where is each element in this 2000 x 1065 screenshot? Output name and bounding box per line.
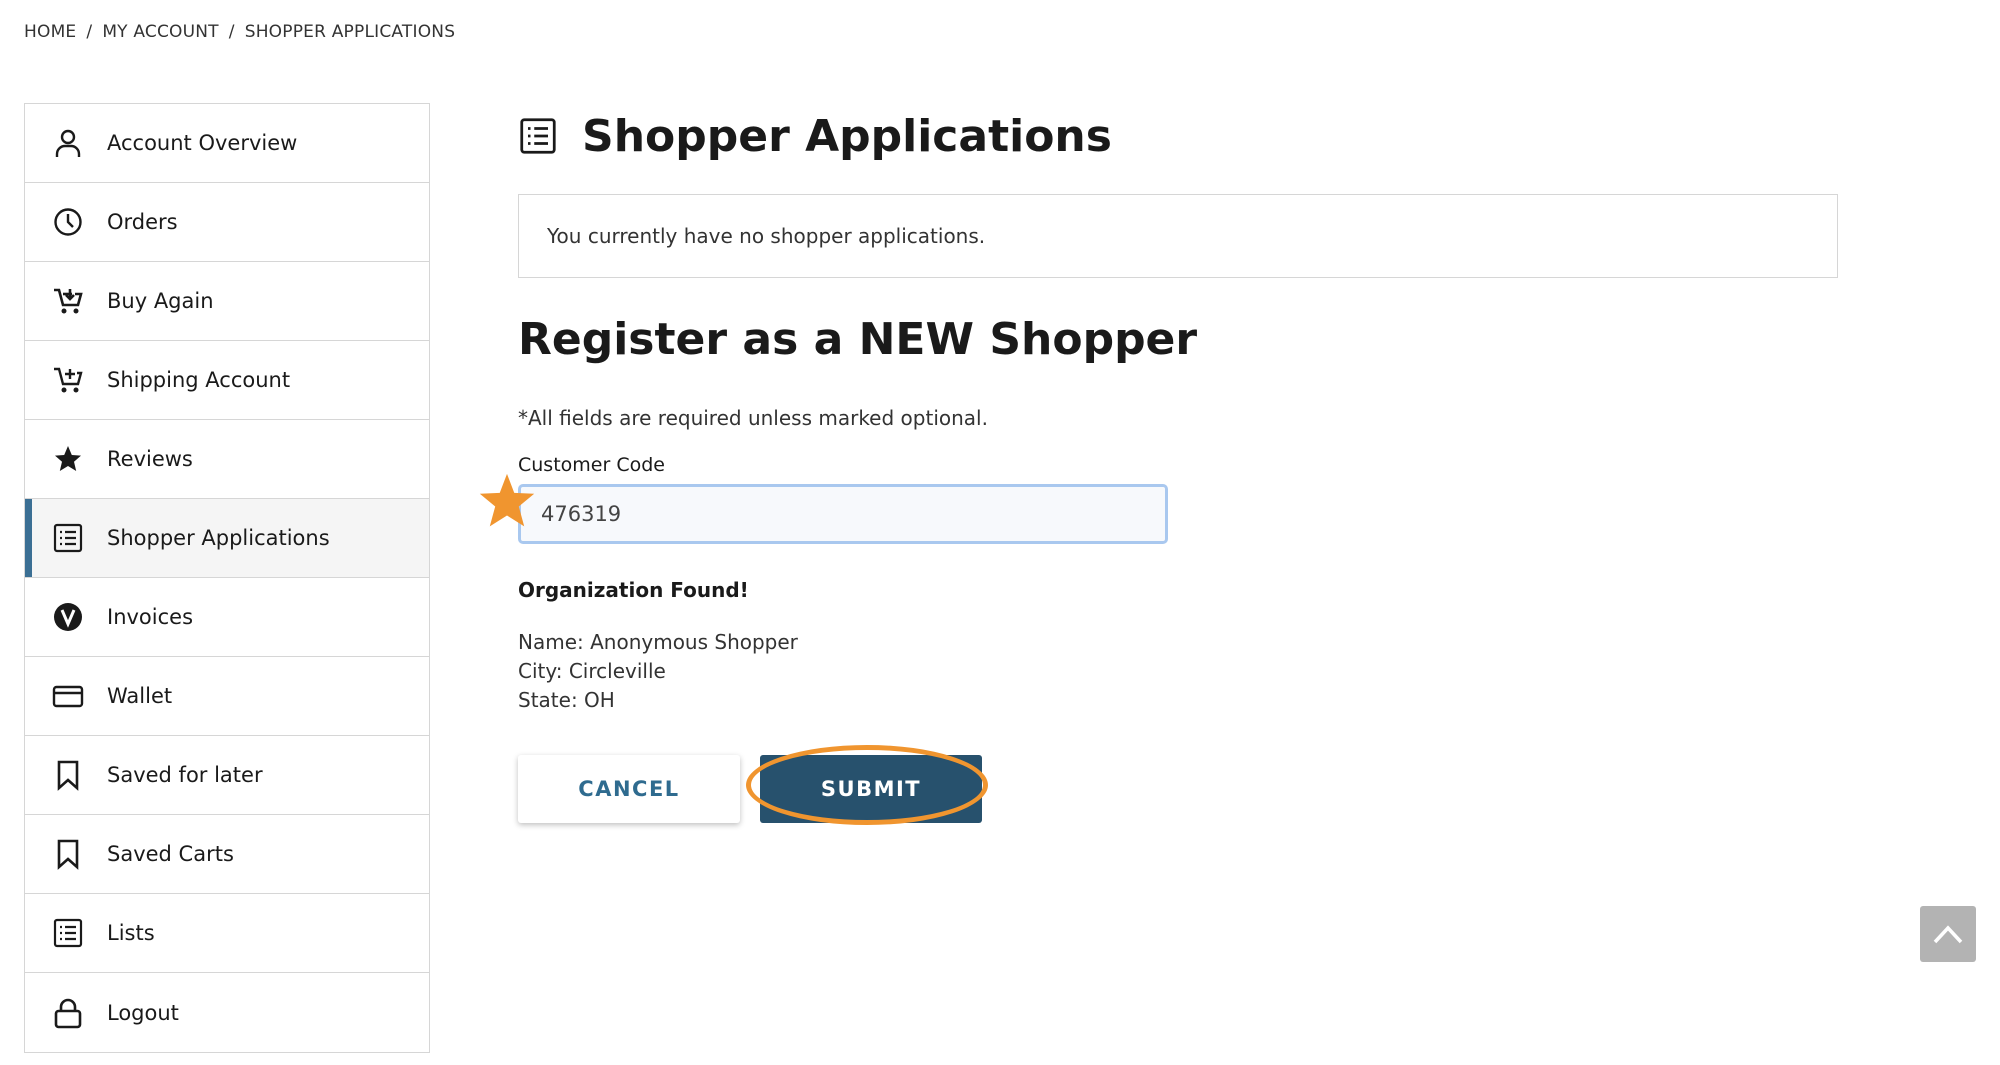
main-content: Shopper Applications You currently have … bbox=[479, 100, 1838, 825]
sidebar-item-label: Invoices bbox=[107, 605, 194, 629]
sidebar-item-logout[interactable]: Logout bbox=[25, 973, 429, 1052]
sidebar-item-invoices[interactable]: Invoices bbox=[25, 578, 429, 657]
breadcrumb-shopper-applications[interactable]: SHOPPER APPLICATIONS bbox=[245, 22, 456, 42]
list-icon bbox=[51, 521, 85, 555]
cart-download-icon bbox=[51, 284, 85, 318]
cart-add-icon bbox=[51, 363, 85, 397]
sidebar-item-label: Shipping Account bbox=[107, 368, 291, 392]
sidebar-item-account-overview[interactable]: Account Overview bbox=[25, 104, 429, 183]
sidebar-item-shopper-applications[interactable]: Shopper Applications bbox=[25, 499, 429, 578]
sidebar-item-orders[interactable]: Orders bbox=[25, 183, 429, 262]
clock-icon bbox=[51, 205, 85, 239]
sidebar-item-label: Account Overview bbox=[107, 131, 298, 155]
breadcrumb-my-account[interactable]: MY ACCOUNT bbox=[102, 22, 218, 42]
lock-icon bbox=[51, 996, 85, 1030]
scroll-to-top-button[interactable] bbox=[1920, 906, 1976, 962]
customer-code-label: Customer Code bbox=[518, 454, 665, 476]
annotation-star-icon bbox=[479, 473, 535, 527]
sidebar-item-label: Orders bbox=[107, 210, 178, 234]
breadcrumb-separator: / bbox=[228, 22, 235, 42]
sidebar-item-wallet[interactable]: Wallet bbox=[25, 657, 429, 736]
sidebar-item-saved-carts[interactable]: Saved Carts bbox=[25, 815, 429, 894]
sidebar-item-label: Logout bbox=[107, 1000, 179, 1025]
required-fields-note: *All fields are required unless marked o… bbox=[518, 406, 988, 430]
v-circle-icon bbox=[51, 600, 85, 634]
page-title: Shopper Applications bbox=[582, 110, 1112, 162]
chevron-up-icon bbox=[1933, 925, 1963, 944]
organization-city: City: Circleville bbox=[518, 659, 666, 683]
account-sidebar: Account Overview Orders Buy Again Shippi… bbox=[24, 103, 430, 1053]
list-icon bbox=[520, 118, 556, 154]
organization-state: State: OH bbox=[518, 688, 615, 712]
organization-name: Name: Anonymous Shopper bbox=[518, 630, 798, 654]
bookmark-icon bbox=[51, 758, 85, 792]
cancel-button[interactable]: CANCEL bbox=[518, 755, 740, 823]
sidebar-item-label: Reviews bbox=[107, 447, 193, 471]
sidebar-item-label: Wallet bbox=[107, 684, 173, 708]
star-icon bbox=[51, 442, 85, 476]
form-actions: CANCEL SUBMIT bbox=[518, 745, 1838, 825]
no-applications-notice: You currently have no shopper applicatio… bbox=[518, 194, 1838, 278]
sidebar-item-label: Buy Again bbox=[107, 289, 214, 313]
sidebar-item-label: Shopper Applications bbox=[107, 526, 330, 550]
sidebar-item-label: Saved Carts bbox=[107, 842, 234, 866]
submit-button-wrapper: SUBMIT bbox=[746, 745, 988, 825]
customer-code-wrapper bbox=[479, 473, 1168, 544]
list-icon bbox=[51, 916, 85, 950]
sidebar-item-label: Lists bbox=[107, 921, 155, 945]
credit-card-icon bbox=[51, 679, 85, 713]
user-icon bbox=[51, 126, 85, 160]
sidebar-item-saved-for-later[interactable]: Saved for later bbox=[25, 736, 429, 815]
organization-details: Name: Anonymous Shopper City: Circlevill… bbox=[518, 628, 1838, 715]
breadcrumb-separator: / bbox=[86, 22, 93, 42]
sidebar-item-reviews[interactable]: Reviews bbox=[25, 420, 429, 499]
submit-button[interactable]: SUBMIT bbox=[760, 755, 982, 823]
sidebar-item-buy-again[interactable]: Buy Again bbox=[25, 262, 429, 341]
organization-found-heading: Organization Found! bbox=[518, 578, 749, 602]
bookmark-icon bbox=[51, 837, 85, 871]
sidebar-item-lists[interactable]: Lists bbox=[25, 894, 429, 973]
customer-code-input[interactable] bbox=[518, 484, 1168, 544]
breadcrumb-home[interactable]: HOME bbox=[24, 22, 76, 42]
sidebar-item-shipping-account[interactable]: Shipping Account bbox=[25, 341, 429, 420]
register-section-title: Register as a NEW Shopper bbox=[518, 314, 1198, 365]
breadcrumb: HOME / MY ACCOUNT / SHOPPER APPLICATIONS bbox=[24, 22, 455, 42]
page-title-row: Shopper Applications bbox=[518, 100, 1838, 172]
sidebar-item-label: Saved for later bbox=[107, 763, 263, 787]
